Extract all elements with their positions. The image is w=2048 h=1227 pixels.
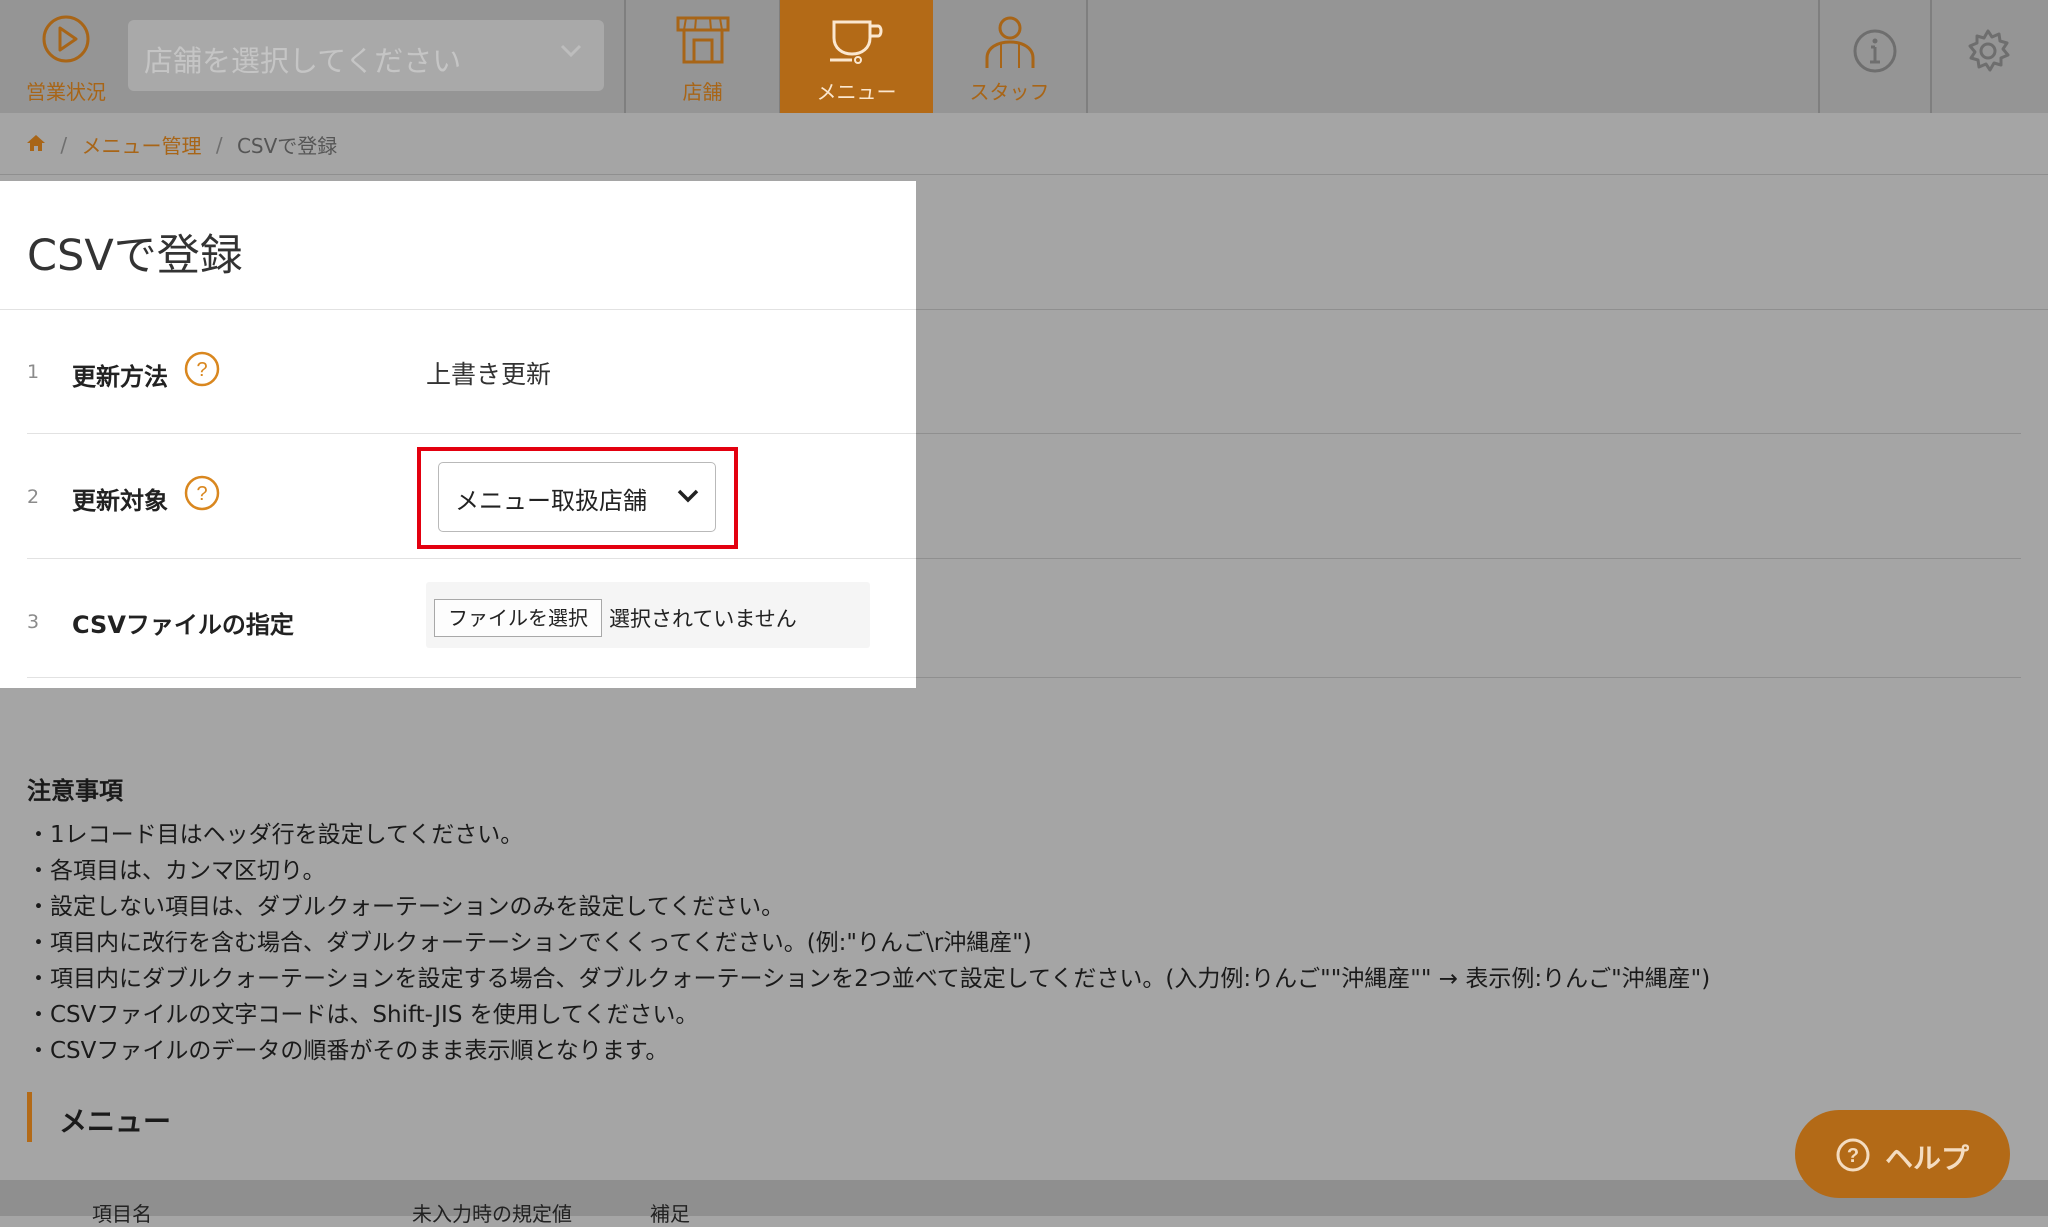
top-navigation-bar: 営業状況 店舗を選択してください 店舗 メニュー スタッフ [0, 0, 2048, 113]
info-icon[interactable] [1852, 28, 1898, 74]
svg-text:?: ? [196, 359, 207, 381]
note-item: ・設定しない項目は、ダブルクォーテーションのみを設定してください。 [27, 894, 785, 920]
store-icon [676, 16, 729, 64]
breadcrumb-separator: / [60, 132, 68, 157]
play-circle-icon [42, 15, 90, 63]
svg-text:?: ? [1847, 1145, 1859, 1167]
divider [0, 309, 916, 310]
chevron-down-icon [560, 44, 582, 58]
breadcrumb-separator: / [215, 132, 223, 157]
divider [916, 309, 2048, 310]
gear-icon[interactable] [1965, 28, 2011, 74]
note-item: ・各項目は、カンマ区切り。 [27, 858, 326, 884]
nav-divider [1086, 0, 1088, 113]
column-header: 項目名 [92, 1202, 152, 1226]
note-item: ・項目内にダブルクォーテーションを設定する場合、ダブルクォーテーションを2つ並べ… [27, 966, 1711, 992]
divider [0, 174, 2048, 175]
home-icon[interactable] [26, 133, 46, 157]
column-header: 補足 [650, 1202, 690, 1226]
cup-icon [829, 20, 882, 64]
tab-menu-label: メニュー [816, 80, 897, 104]
column-header: 未入力時の規定値 [412, 1202, 572, 1226]
store-select-placeholder: 店舗を選択してください [144, 44, 462, 78]
tab-menu[interactable]: メニュー [780, 0, 933, 113]
choose-file-button[interactable]: ファイルを選択 [434, 599, 602, 637]
help-button[interactable]: ? ヘルプ [1795, 1110, 2010, 1198]
breadcrumb-menu-management[interactable]: メニュー管理 [81, 130, 201, 159]
question-icon[interactable]: ? [184, 351, 220, 387]
note-item: ・1レコード目はヘッダ行を設定してください。 [27, 822, 524, 848]
store-select[interactable]: 店舗を選択してください [128, 20, 604, 91]
tab-staff[interactable]: スタッフ [933, 0, 1086, 113]
row-number: 1 [27, 361, 40, 383]
menu-section-heading: メニュー [59, 1105, 172, 1138]
tab-staff-label: スタッフ [969, 80, 1050, 104]
section-accent-bar [27, 1092, 32, 1142]
note-item: ・項目内に改行を含む場合、ダブルクォーテーションでくくってください。(例:"りん… [27, 930, 1032, 956]
nav-divider [1930, 0, 1932, 113]
page-title: CSVで登録 [27, 231, 243, 281]
svg-text:?: ? [196, 483, 207, 505]
divider [27, 433, 916, 434]
notes-title: 注意事項 [27, 777, 123, 805]
business-status-button[interactable]: 営業状況 [18, 14, 114, 104]
divider [916, 433, 2021, 434]
csv-register-form: CSVで登録 1 更新方法 ? 上書き更新 2 更新対象 ? メニュー取扱店舗 … [0, 181, 916, 688]
divider [27, 558, 916, 559]
tab-store-label: 店舗 [682, 80, 723, 104]
business-status-label: 営業状況 [26, 80, 106, 104]
row-number: 3 [27, 611, 40, 633]
row-number: 2 [27, 486, 40, 508]
csv-file-label: CSVファイルの指定 [72, 611, 294, 639]
file-input: ファイルを選択 選択されていません [426, 582, 870, 648]
divider [916, 677, 2021, 678]
question-icon: ? [1836, 1138, 1870, 1172]
divider [27, 677, 916, 678]
nav-divider [1818, 0, 1820, 113]
note-item: ・CSVファイルの文字コードは、Shift-JIS を使用してください。 [27, 1002, 699, 1028]
update-method-value: 上書き更新 [426, 360, 552, 389]
update-target-select[interactable]: メニュー取扱店舗 [438, 462, 716, 532]
chevron-down-icon [677, 489, 699, 503]
table-header: 項目名 未入力時の規定値 補足 [0, 1180, 2048, 1226]
note-item: ・CSVファイルのデータの順番がそのまま表示順となります。 [27, 1038, 669, 1064]
update-target-value: メニュー取扱店舗 [455, 487, 647, 515]
question-icon[interactable]: ? [184, 475, 220, 511]
update-target-label: 更新対象 [72, 487, 168, 515]
divider [916, 558, 2021, 559]
file-status: 選択されていません [609, 607, 797, 631]
help-button-label: ヘルプ [1885, 1142, 1970, 1175]
update-method-label: 更新方法 [72, 363, 168, 391]
breadcrumb: / メニュー管理 / CSVで登録 [26, 130, 337, 160]
breadcrumb-current: CSVで登録 [236, 134, 338, 158]
tab-store[interactable]: 店舗 [626, 0, 779, 113]
staff-icon [985, 16, 1034, 68]
